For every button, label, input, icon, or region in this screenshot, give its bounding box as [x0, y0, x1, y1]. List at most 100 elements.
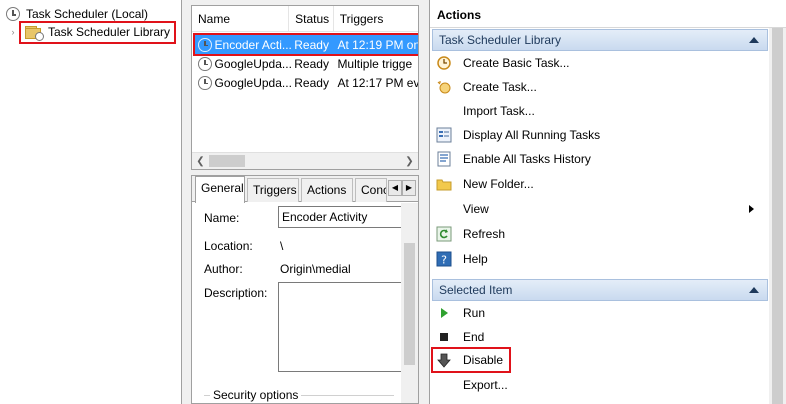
task-list-header: Name Status Triggers — [192, 6, 418, 32]
action-display-running-tasks[interactable]: Display All Running Tasks — [436, 124, 766, 146]
task-row-selected[interactable]: Encoder Acti... Ready At 12:19 PM on — [193, 33, 418, 56]
task-clock-icon — [198, 37, 212, 52]
actions-vscrollbar[interactable] — [769, 28, 786, 404]
action-new-folder[interactable]: New Folder... — [436, 173, 766, 195]
collapse-icon[interactable] — [749, 37, 759, 43]
action-export[interactable]: Export... — [436, 374, 766, 396]
tab-actions[interactable]: Actions — [301, 178, 353, 202]
action-label: Display All Running Tasks — [463, 128, 601, 142]
tree-item-root-label: Task Scheduler (Local) — [26, 7, 149, 21]
task-status: Ready — [294, 56, 329, 71]
scheduler-folder-icon — [25, 25, 44, 41]
task-status: Ready — [294, 75, 329, 90]
scroll-right-icon[interactable]: ❯ — [401, 153, 418, 169]
end-icon — [436, 329, 452, 345]
action-label: Enable All Tasks History — [463, 152, 591, 166]
task-pane: Name Status Triggers Encoder Acti... Rea… — [189, 0, 424, 404]
action-label: Refresh — [463, 227, 506, 241]
blank-icon — [436, 103, 452, 119]
collapse-icon[interactable] — [749, 287, 759, 293]
splitter-left[interactable] — [183, 0, 188, 404]
action-label: Export... — [463, 378, 508, 392]
blank-icon — [436, 377, 452, 393]
action-create-basic-task[interactable]: Create Basic Task... — [436, 52, 766, 74]
library-highlight: Task Scheduler Library — [18, 20, 177, 44]
tab-general[interactable]: General — [195, 176, 245, 203]
history-icon — [436, 151, 452, 167]
action-refresh[interactable]: Refresh — [436, 223, 766, 245]
task-row[interactable]: GoogleUpda... Ready Multiple trigge — [195, 54, 418, 73]
actions-pane: Actions Task Scheduler Library Create Ba… — [429, 0, 786, 404]
scrollbar-thumb[interactable] — [404, 243, 415, 365]
section-title: Selected Item — [439, 283, 513, 297]
navigation-tree: Task Scheduler (Local) › Task Scheduler … — [0, 0, 182, 404]
action-disable[interactable]: Disable — [431, 347, 511, 373]
task-name: GoogleUpda... — [214, 75, 292, 90]
description-field[interactable] — [278, 282, 402, 372]
action-label: Import Task... — [463, 104, 535, 118]
action-end[interactable]: End — [436, 326, 766, 348]
action-label: Run — [463, 306, 486, 320]
section-task-scheduler-library[interactable]: Task Scheduler Library — [432, 29, 768, 51]
action-view[interactable]: View — [436, 198, 766, 220]
action-label: Disable — [463, 353, 504, 367]
task-list-hscrollbar[interactable]: ❮ ❯ — [192, 152, 418, 169]
action-label: New Folder... — [463, 177, 534, 191]
task-status: Ready — [294, 37, 329, 52]
section-selected-item[interactable]: Selected Item — [432, 279, 768, 301]
action-create-task[interactable]: Create Task... — [436, 76, 766, 98]
action-label: Help — [463, 252, 488, 266]
scrollbar-thumb[interactable] — [209, 155, 245, 167]
scroll-left-icon[interactable]: ❮ — [192, 153, 209, 169]
name-field[interactable]: Encoder Activity — [278, 206, 402, 228]
action-run[interactable]: Run — [436, 302, 766, 324]
task-clock-icon — [198, 56, 212, 71]
task-row[interactable]: GoogleUpda... Ready At 12:17 PM ev — [195, 73, 419, 92]
refresh-icon — [436, 226, 452, 242]
action-label: End — [463, 330, 485, 344]
running-tasks-icon — [436, 127, 452, 143]
task-clock-icon — [198, 75, 212, 90]
column-header-status[interactable]: Status — [289, 6, 334, 32]
tab-scroll-left-icon[interactable]: ◀ — [388, 180, 402, 196]
submenu-arrow-icon — [749, 205, 754, 213]
tab-triggers[interactable]: Triggers — [247, 178, 299, 202]
tree-item-root[interactable]: Task Scheduler (Local) — [6, 4, 148, 24]
name-label: Name: — [204, 211, 240, 225]
task-name: GoogleUpda... — [214, 56, 292, 71]
tree-item-library[interactable]: › Task Scheduler Library — [8, 20, 177, 44]
clock-icon — [6, 7, 20, 21]
column-header-name[interactable]: Name — [192, 6, 290, 32]
details-vscrollbar[interactable] — [401, 203, 418, 403]
expand-arrow-icon[interactable]: › — [8, 27, 18, 37]
location-label: Location: — [204, 239, 253, 253]
action-import-task[interactable]: Import Task... — [436, 100, 766, 122]
action-enable-history[interactable]: Enable All Tasks History — [436, 148, 766, 170]
author-label: Author: — [204, 262, 243, 276]
description-label: Description: — [204, 286, 268, 300]
tab-conditions[interactable]: Conc — [355, 178, 387, 202]
task-details: General Triggers Actions Conc ◀ ▶ Name: … — [191, 175, 419, 404]
task-triggers: At 12:17 PM ev — [337, 75, 419, 90]
security-options-title: Security options — [210, 388, 302, 402]
disable-icon — [436, 352, 452, 368]
run-icon — [436, 305, 452, 321]
action-label: View — [463, 202, 489, 216]
tab-scroll-right-icon[interactable]: ▶ — [402, 180, 416, 196]
action-label: Create Task... — [463, 80, 537, 94]
blank-icon — [436, 201, 452, 217]
folder-icon — [436, 176, 452, 192]
basic-task-icon — [436, 55, 452, 71]
svg-text:?: ? — [441, 254, 447, 267]
task-list: Name Status Triggers Encoder Acti... Rea… — [191, 5, 419, 170]
scrollbar-thumb[interactable] — [772, 28, 783, 404]
author-value: Origin\medial — [280, 262, 351, 276]
section-title: Task Scheduler Library — [439, 33, 562, 47]
location-value: \ — [280, 239, 284, 253]
action-help[interactable]: ? Help — [436, 248, 766, 270]
help-icon: ? — [436, 251, 452, 267]
column-header-triggers[interactable]: Triggers — [334, 6, 418, 32]
details-tabs: General Triggers Actions Conc ◀ ▶ — [192, 176, 418, 203]
tree-item-library-label: Task Scheduler Library — [48, 25, 171, 39]
tab-scroll-arrows: ◀ ▶ — [388, 180, 416, 196]
